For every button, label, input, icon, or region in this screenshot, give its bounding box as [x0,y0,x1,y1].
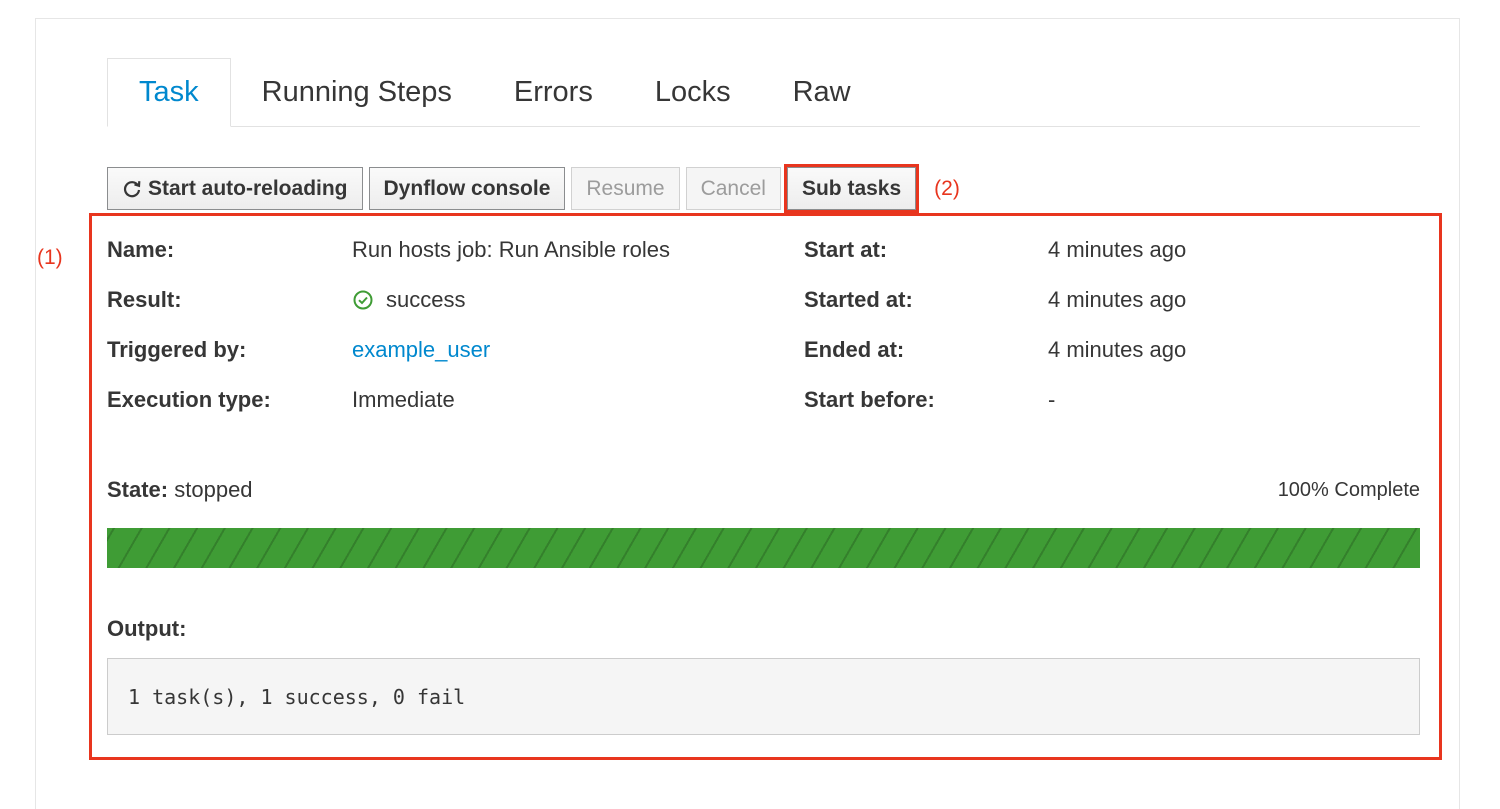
started-at-value: 4 minutes ago [1048,287,1187,312]
tab-locks[interactable]: Locks [624,58,762,126]
progress-percent-text: 100% Complete [1277,479,1420,501]
name-value: Run hosts job: Run Ansible roles [352,237,670,262]
task-details-page: Task Running Steps Errors Locks Raw Star… [0,0,1500,809]
cancel-button[interactable]: Cancel [685,167,781,210]
triggered-by-link[interactable]: example_user [352,337,490,363]
tab-task[interactable]: Task [107,58,231,127]
result-text: success [386,287,466,312]
name-label: Name: [107,237,175,262]
start-at-label: Start at: [804,237,888,262]
dynflow-console-button[interactable]: Dynflow console [368,167,566,210]
annotation-marker-1: (1) [37,246,63,269]
output-box: 1 task(s), 1 success, 0 fail [107,658,1420,735]
auto-reload-button[interactable]: Start auto-reloading [107,167,363,210]
output-label: Output: [107,616,187,641]
start-before-value: - [1048,387,1056,412]
progress-bar [107,528,1420,568]
started-at-label: Started at: [804,287,913,312]
progress-bar-fill [107,528,1420,568]
auto-reload-label: Start auto-reloading [148,176,348,200]
tab-running-steps[interactable]: Running Steps [231,58,483,126]
check-circle-icon [352,289,374,311]
execution-type-label: Execution type: [107,387,271,412]
state-value: stopped [174,477,253,502]
start-at-value: 4 minutes ago [1048,237,1187,262]
start-before-label: Start before: [804,387,935,412]
ended-at-label: Ended at: [804,337,905,362]
ended-at-value: 4 minutes ago [1048,337,1187,362]
triggered-by-label: Triggered by: [107,337,247,362]
resume-button[interactable]: Resume [571,167,680,210]
result-label: Result: [107,287,182,312]
refresh-icon [122,179,142,199]
execution-type-value: Immediate [352,387,455,412]
task-toolbar: Start auto-reloading Dynflow console Res… [107,164,960,213]
annotation-marker-2: (2) [934,176,960,200]
tab-errors[interactable]: Errors [483,58,624,126]
tab-raw[interactable]: Raw [762,58,882,126]
state-label: State: [107,477,169,502]
task-tabs: Task Running Steps Errors Locks Raw [107,58,1420,127]
sub-tasks-button[interactable]: Sub tasks [783,164,920,213]
result-value: success [352,287,465,313]
state-line: State: stopped [107,477,253,503]
